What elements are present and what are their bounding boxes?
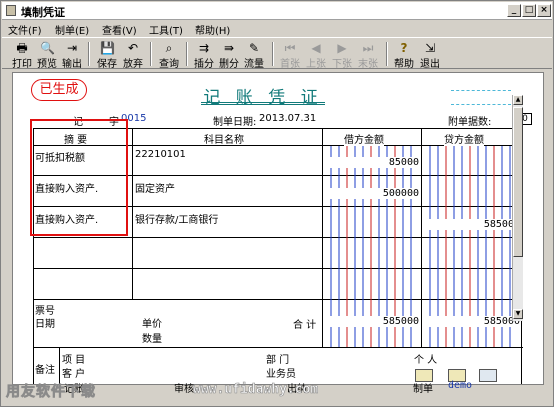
scroll-down-arrow[interactable]: ▼ (513, 309, 523, 319)
highlight-box (30, 119, 128, 236)
person-label: 个 人 (414, 355, 438, 366)
debit-column-header: 借方金额 (344, 131, 384, 146)
binoculars-icon: ⌕ (165, 41, 173, 55)
maximize-button[interactable]: □ (522, 4, 536, 17)
export-icon: ⇥ (66, 41, 78, 55)
toolbar-separator (386, 42, 388, 66)
total-label: 合 计 (293, 320, 317, 331)
toolbar: 🖶 打印 🔍 预览 ⇥ 输出 💾 保存 ↶ 放弃 ⌕ 查询 ⇉ 插分 ⇛ 删分 … (2, 37, 552, 70)
row-1-debit[interactable]: 85000 (324, 157, 419, 168)
menu-view[interactable]: 查看(V) (102, 22, 137, 37)
help-icon: ? (400, 41, 408, 55)
print-button[interactable]: 🖶 打印 (10, 40, 34, 70)
unit-price-label: 单价 (142, 319, 162, 330)
pencil-icon: ✎ (248, 41, 260, 55)
voucher-window: 填制凭证 _ □ × 文件(F) 制单(E) 查看(V) 工具(T) 帮助(H)… (0, 0, 554, 407)
window-title: 填制凭证 (21, 6, 65, 19)
menu-make[interactable]: 制单(E) (55, 22, 89, 37)
watermark-url: www.ufidawhy.com (193, 382, 319, 398)
exit-door-icon: ⇲ (424, 41, 436, 55)
toolbar-separator (150, 42, 152, 66)
voucher-title: 记 账 凭 证 (201, 83, 325, 108)
floppy-icon: 💾 (100, 41, 115, 55)
delete-row-button[interactable]: ⇛ 删分 (217, 40, 241, 70)
delete-row-icon: ⇛ (223, 41, 235, 55)
credit-column-header: 贷方金额 (444, 131, 484, 146)
discard-button[interactable]: ↶ 放弃 (121, 40, 145, 70)
scroll-up-arrow[interactable]: ▲ (513, 95, 523, 105)
total-credit: 585000 (423, 316, 520, 327)
insert-row-icon: ⇉ (198, 41, 210, 55)
query-button[interactable]: ⌕ 查询 (157, 40, 181, 70)
project-label: 项 目 (62, 355, 86, 366)
close-button[interactable]: × (537, 4, 551, 17)
attachments-label: 附单据数: (448, 117, 492, 128)
prev-voucher-button[interactable]: ◀ 上张 (304, 40, 328, 70)
row-2-account[interactable]: 固定资产 (135, 180, 175, 195)
next-icon: ▶ (337, 41, 347, 55)
decor-dashes (451, 104, 511, 105)
generated-stamp: 已生成 (31, 79, 87, 101)
preview-icon: 🔍 (40, 41, 55, 55)
toolbar-separator (88, 42, 90, 66)
minimize-button[interactable]: _ (507, 4, 521, 17)
title-bar: 填制凭证 _ □ × (2, 2, 552, 20)
save-button[interactable]: 💾 保存 (95, 40, 119, 70)
insert-row-button[interactable]: ⇉ 插分 (192, 40, 216, 70)
export-button[interactable]: ⇥ 输出 (60, 40, 84, 70)
help-button[interactable]: ? 帮助 (392, 40, 416, 70)
exit-button[interactable]: ⇲ 退出 (418, 40, 442, 70)
account-column-header: 科目名称 (204, 135, 244, 146)
scroll-thumb[interactable] (513, 107, 523, 257)
toolbar-separator (186, 42, 188, 66)
cash-flow-button[interactable]: ✎ 流量 (242, 40, 266, 70)
toolbar-separator (272, 42, 274, 66)
grid-scrollbar[interactable]: ▲ ▼ (512, 95, 523, 321)
menu-file[interactable]: 文件(F) (8, 22, 42, 37)
menu-bar: 文件(F) 制单(E) 查看(V) 工具(T) 帮助(H) (2, 20, 552, 37)
voucher-date[interactable]: 2013.07.31 (259, 113, 316, 124)
decor-dashes (451, 90, 511, 91)
last-voucher-button[interactable]: ⏭ 末张 (356, 40, 380, 70)
prev-icon: ◀ (311, 41, 321, 55)
quantity-label: 数量 (142, 334, 162, 345)
row-2-debit[interactable]: 500000 (324, 188, 419, 199)
menu-help[interactable]: 帮助(H) (195, 22, 230, 37)
watermark-text: 用友软件下载 (6, 384, 96, 401)
app-icon (6, 5, 16, 16)
preview-button[interactable]: 🔍 预览 (35, 40, 59, 70)
menu-tools[interactable]: 工具(T) (149, 22, 183, 37)
total-debit: 585000 (324, 316, 419, 327)
department-label: 部 门 (266, 355, 290, 366)
date-field-label: 日期 (35, 319, 55, 330)
first-icon: ⏮ (284, 41, 296, 55)
reviewer-label: 审核 (174, 384, 194, 395)
next-voucher-button[interactable]: ▶ 下张 (330, 40, 354, 70)
row-1-account[interactable]: 22210101 (135, 149, 186, 160)
maker-name: demo (448, 380, 473, 391)
first-voucher-button[interactable]: ⏮ 首张 (278, 40, 302, 70)
last-icon: ⏭ (362, 41, 374, 55)
row-3-account[interactable]: 银行存款/工商银行 (135, 211, 218, 226)
printer-icon: 🖶 (16, 41, 28, 55)
maker-label: 制单 (413, 384, 433, 395)
date-label: 制单日期: (213, 117, 257, 128)
undo-icon: ↶ (127, 41, 139, 55)
row-3-credit[interactable]: 585000 (423, 219, 520, 230)
